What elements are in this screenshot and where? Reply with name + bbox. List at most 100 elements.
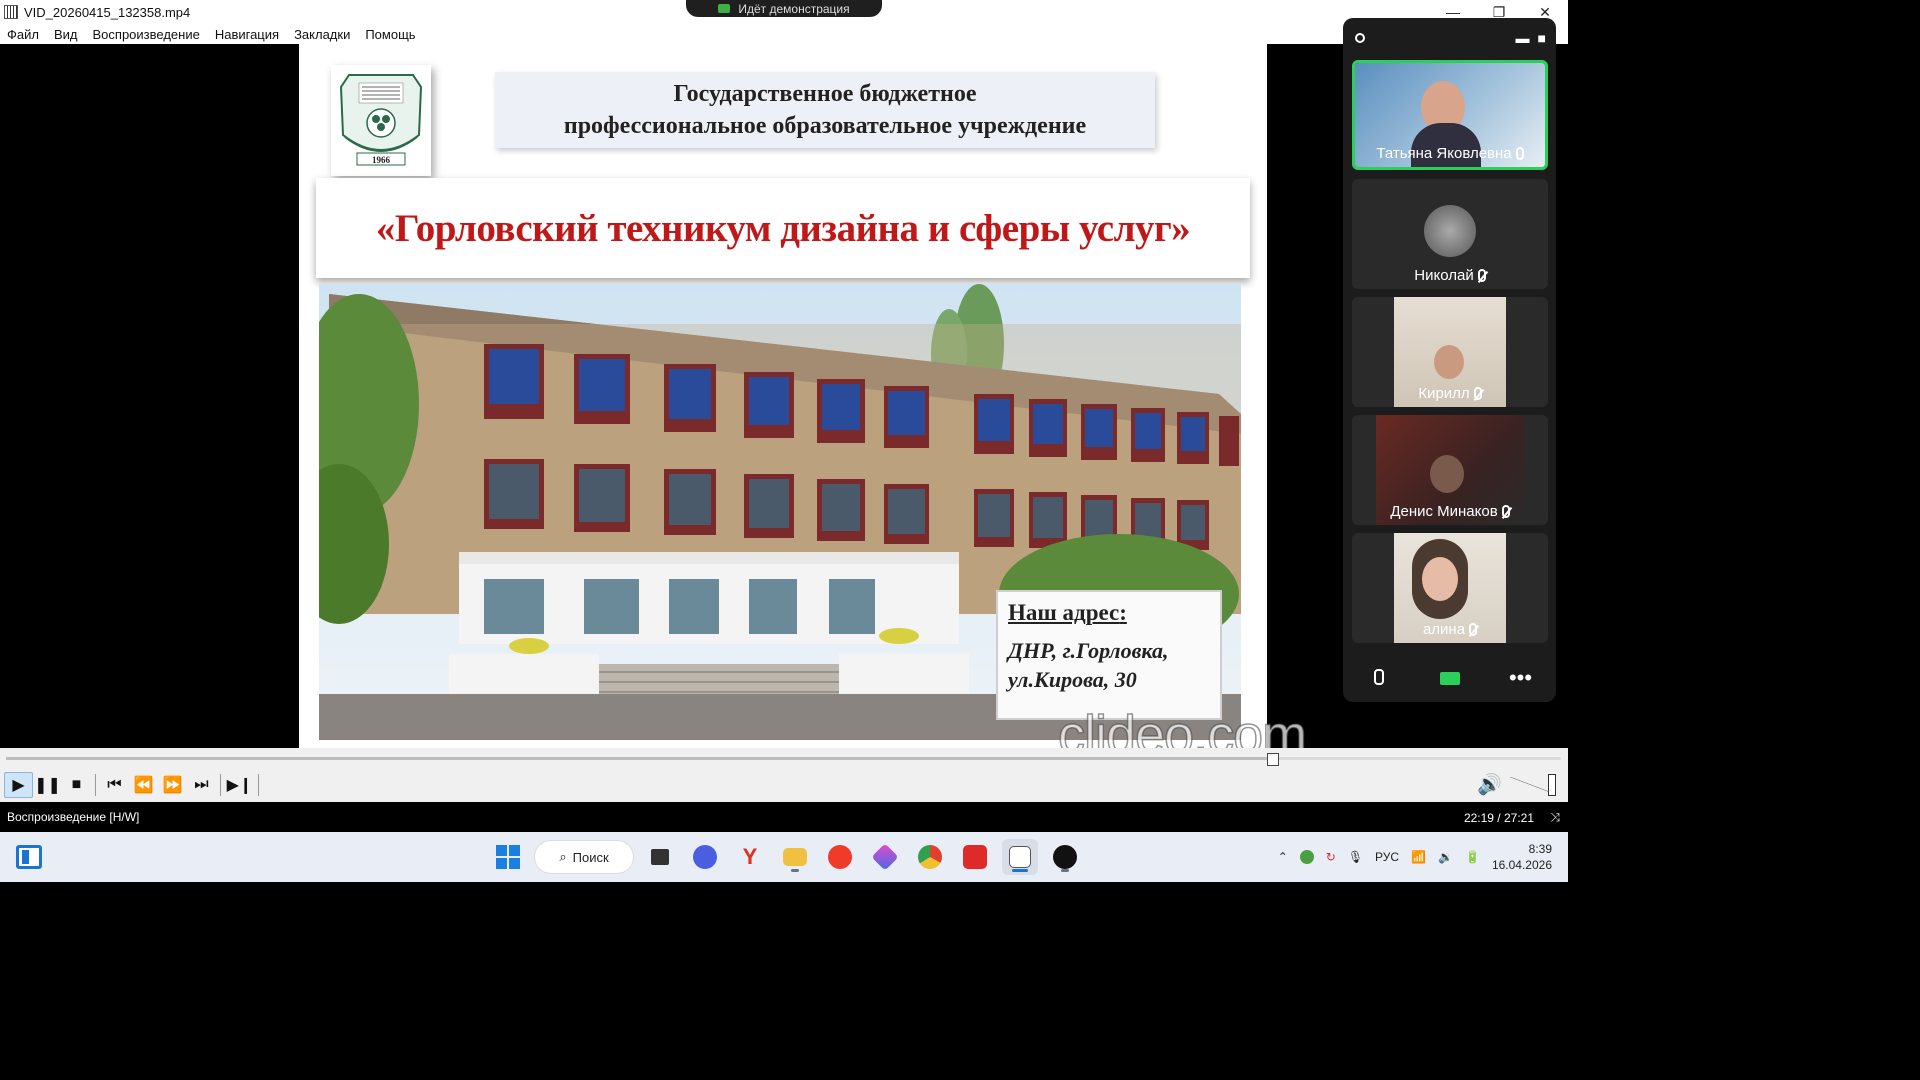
participant-name: Татьяна Яковлевна — [1376, 145, 1512, 162]
meeting-panel: ▬ ■ Татьяна Яковлевна Николай Кирилл Ден… — [1343, 18, 1556, 702]
pause-button[interactable]: ❚❚ — [33, 772, 62, 798]
logo-year: 1966 — [372, 155, 391, 165]
speaker-icon[interactable]: 🔊 — [1477, 772, 1502, 797]
wifi-icon[interactable]: 📶 — [1411, 850, 1426, 864]
institution-name-banner: «Горловский техникум дизайна и сферы усл… — [316, 178, 1250, 278]
tray-app-icon[interactable] — [1299, 850, 1314, 864]
tray-sync-icon[interactable]: ↻ — [1326, 850, 1336, 864]
slide-header: Государственное бюджетное профессиональн… — [495, 72, 1155, 148]
institution-name: «Горловский техникум дизайна и сферы усл… — [375, 206, 1191, 250]
participant-tile[interactable]: алина — [1352, 533, 1548, 643]
stop-button[interactable]: ■ — [62, 772, 91, 798]
participant-tile[interactable]: Денис Минаков — [1352, 415, 1548, 525]
slide-header-line1: Государственное бюджетное — [673, 81, 977, 107]
playback-time: 22:19 / 27:21 — [1463, 811, 1534, 825]
controls-divider — [258, 774, 259, 796]
address-line1: ДНР, г.Горловка, — [1008, 638, 1169, 663]
media-player-app-icon — [4, 5, 18, 19]
status-bar: Воспроизведение [H/W] 22:19 / 27:21 ⤨ — [0, 802, 1568, 832]
widgets-icon[interactable] — [16, 845, 42, 869]
mic-muted-icon — [1501, 505, 1510, 518]
yandex-icon[interactable] — [822, 839, 858, 875]
video-viewport[interactable]: 1966 Государственное бюджетное профессио… — [0, 44, 1568, 766]
menu-navigation[interactable]: Навигация — [215, 27, 279, 42]
clock-time: 8:39 — [1528, 842, 1552, 856]
play-button[interactable]: ▶ — [4, 772, 33, 798]
seek-track[interactable] — [6, 753, 1561, 766]
menu-bookmarks[interactable]: Закладки — [294, 27, 350, 42]
participant-tile[interactable]: Николай — [1352, 179, 1548, 289]
controls-divider — [220, 774, 221, 796]
search-icon: ⌕ — [559, 849, 567, 864]
tray-microphone-icon[interactable]: 🎙 — [1348, 850, 1363, 864]
participant-face — [1434, 345, 1464, 379]
participant-avatar — [1424, 205, 1476, 257]
tray-overflow-icon[interactable]: ⌃ — [1278, 850, 1288, 864]
playback-status: Воспроизведение [H/W] — [7, 810, 140, 824]
address-line2: ул.Кирова, 30 — [1008, 667, 1137, 692]
menu-help[interactable]: Помощь — [365, 27, 415, 42]
menu-file[interactable]: Файл — [7, 27, 39, 42]
volume-slider[interactable] — [1510, 773, 1556, 796]
mic-muted-icon — [1477, 269, 1486, 282]
record-status-icon — [1355, 33, 1365, 43]
meeting-panel-header: ▬ ■ — [1343, 18, 1556, 58]
seek-bar[interactable] — [0, 748, 1568, 768]
zoom-chat-icon[interactable] — [1047, 839, 1083, 875]
chrome-icon[interactable] — [912, 839, 948, 875]
app-icon-purple[interactable] — [867, 839, 903, 875]
shuffle-icon[interactable]: ⤨ — [1550, 810, 1560, 825]
screen-share-indicator[interactable]: Идёт демонстрация — [686, 0, 882, 17]
menu-playback[interactable]: Воспроизведение — [93, 27, 200, 42]
mic-muted-icon — [1469, 623, 1478, 636]
participant-tile[interactable]: Кирилл — [1352, 297, 1548, 407]
volume-handle[interactable] — [1548, 773, 1556, 796]
panel-maximize-icon[interactable]: ■ — [1538, 30, 1546, 46]
meeting-controls: ••• — [1343, 654, 1556, 702]
volume-icon[interactable]: 🔉 — [1438, 850, 1453, 864]
seek-progress — [6, 757, 1274, 760]
rewind-button[interactable]: ⏪ — [129, 772, 158, 798]
clock[interactable]: 8:39 16.04.2026 — [1492, 841, 1552, 873]
search-label: Поиск — [572, 849, 609, 865]
participant-face — [1430, 455, 1464, 493]
wps-office-icon[interactable] — [957, 839, 993, 875]
share-indicator-label: Идёт демонстрация — [738, 1, 850, 16]
presentation-slide: 1966 Государственное бюджетное профессио… — [299, 44, 1267, 748]
participant-tile[interactable]: Татьяна Яковлевна — [1352, 60, 1548, 170]
next-button[interactable]: ⏭ — [187, 772, 216, 798]
menu-view[interactable]: Вид — [54, 27, 78, 42]
seek-handle[interactable] — [1267, 753, 1280, 766]
address-title: Наш адрес — [1008, 600, 1120, 625]
task-view-icon[interactable] — [642, 839, 678, 875]
start-button[interactable] — [490, 839, 526, 875]
panel-minimize-icon[interactable]: ▬ — [1516, 30, 1530, 46]
system-tray: ⌃ ↻ 🎙 РУС 📶 🔉 🔋 8:39 16.04.2026 — [1278, 832, 1568, 882]
playback-controls: ▶ ❚❚ ■ ⏮ ⏪ ⏩ ⏭ ▶❙ 🔊 — [0, 768, 1568, 802]
title-bar: VID_20260415_132358.mp4 Идёт демонстраци… — [0, 0, 1568, 24]
volume-control: 🔊 — [1477, 772, 1556, 797]
previous-button[interactable]: ⏮ — [100, 772, 129, 798]
participant-name: Кирилл — [1418, 385, 1470, 402]
college-logo: 1966 — [331, 65, 431, 176]
frame-step-button[interactable]: ▶❙ — [225, 772, 254, 798]
yandex-browser-icon[interactable]: Y — [732, 839, 768, 875]
input-language[interactable]: РУС — [1375, 850, 1399, 864]
chat-app-icon[interactable] — [687, 839, 723, 875]
menu-bar: Файл Вид Воспроизведение Навигация Закла… — [0, 24, 1568, 44]
fast-forward-button[interactable]: ⏩ — [158, 772, 187, 798]
screen-share-button[interactable] — [1430, 665, 1470, 691]
taskbar-search[interactable]: ⌕ Поиск — [535, 841, 633, 873]
media-player-icon[interactable] — [1002, 839, 1038, 875]
microphone-icon[interactable] — [1359, 665, 1399, 691]
mic-on-icon — [1515, 147, 1524, 160]
clock-date: 16.04.2026 — [1491, 858, 1552, 872]
battery-icon[interactable]: 🔋 — [1465, 850, 1480, 864]
participant-name: Денис Минаков — [1390, 503, 1498, 520]
participant-name: Николай — [1414, 267, 1474, 284]
controls-divider — [95, 774, 96, 796]
participant-face — [1422, 557, 1458, 601]
file-explorer-icon[interactable] — [777, 839, 813, 875]
more-options-icon[interactable]: ••• — [1501, 665, 1541, 691]
window-title: VID_20260415_132358.mp4 — [24, 4, 191, 20]
